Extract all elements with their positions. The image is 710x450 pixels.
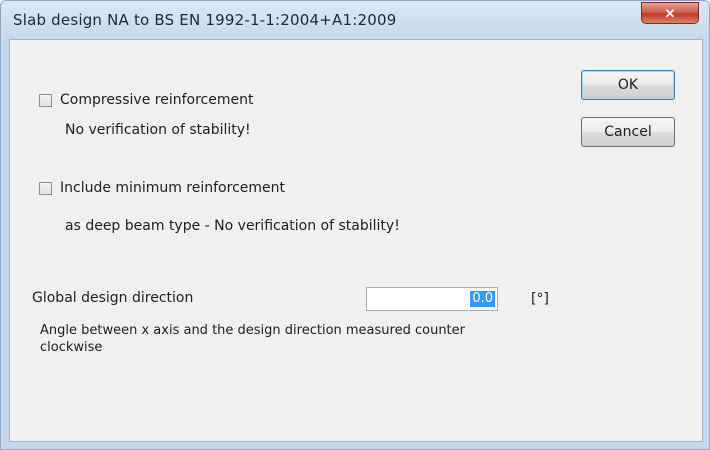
dialog-window: Slab design NA to BS EN 1992-1-1:2004+A1… [0, 0, 710, 450]
dialog-body: Compressive reinforcement No verificatio… [9, 39, 703, 442]
compressive-reinforcement-label[interactable]: Compressive reinforcement [60, 92, 253, 108]
design-direction-note: Angle between x axis and the design dire… [40, 323, 465, 355]
minimum-reinforcement-label[interactable]: Include minimum reinforcement [60, 180, 285, 196]
design-direction-value: 0.0 [470, 291, 495, 307]
close-button[interactable]: ✕ [641, 2, 699, 24]
minimum-stability-note: as deep beam type - No verification of s… [65, 218, 400, 234]
compressive-stability-note: No verification of stability! [65, 122, 251, 138]
ok-button[interactable]: OK [581, 70, 675, 100]
cancel-button[interactable]: Cancel [581, 117, 675, 147]
design-direction-label: Global design direction [32, 290, 194, 306]
close-icon: ✕ [664, 6, 676, 21]
minimum-reinforcement-checkbox[interactable] [39, 182, 52, 195]
window-title: Slab design NA to BS EN 1992-1-1:2004+A1… [13, 11, 397, 29]
design-direction-unit: [°] [531, 291, 549, 307]
compressive-reinforcement-checkbox[interactable] [39, 94, 52, 107]
design-direction-input[interactable]: 0.0 [366, 287, 498, 311]
title-bar: Slab design NA to BS EN 1992-1-1:2004+A1… [1, 1, 709, 41]
